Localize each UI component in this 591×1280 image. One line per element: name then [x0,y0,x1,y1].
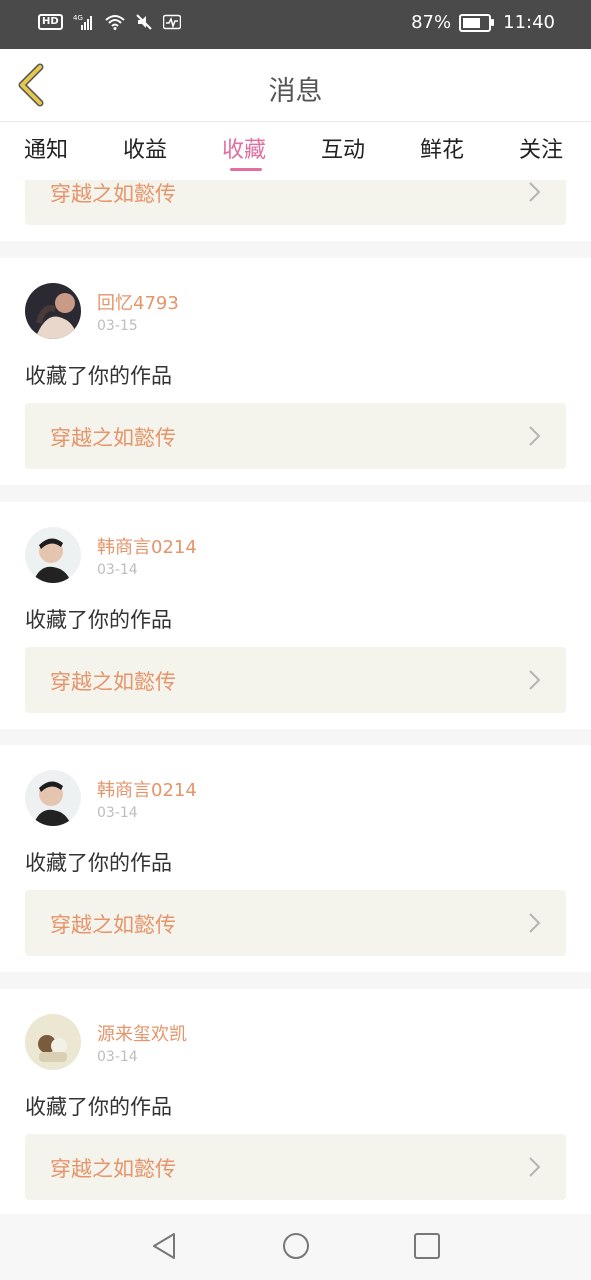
mute-icon [135,14,152,30]
avatar[interactable] [25,1014,81,1070]
work-link[interactable]: 穿越之如懿传 [25,890,566,956]
username[interactable]: 回忆4793 [97,289,179,315]
timestamp: 03-14 [97,1049,138,1065]
tab-bar: 通知 收益 收藏 互动 鲜花 关注 [0,122,591,180]
action-text: 收藏了你的作品 [25,608,172,632]
battery-icon [459,13,495,32]
hd-icon: HD [38,14,63,30]
list-item: 韩商言0214 03-14 收藏了你的作品 穿越之如懿传 [0,745,591,972]
status-icons-right: 87% 11:40 [411,12,555,33]
action-text: 收藏了你的作品 [25,851,172,875]
clock: 11:40 [503,12,555,33]
svg-text:4G: 4G [73,14,83,22]
timestamp: 03-15 [97,318,138,334]
work-title: 穿越之如懿传 [50,913,176,937]
status-bar: HD 4G 87% 11:40 [0,0,591,49]
tab-favorites[interactable]: 收藏 [222,132,266,164]
work-link[interactable]: 穿越之如懿传 [25,403,566,469]
avatar-image [25,1014,81,1070]
signal-icon: 4G [73,14,92,30]
system-nav-bar [0,1214,591,1280]
message-list[interactable]: 穿越之如懿传 回忆4793 03-15 收藏了你的作品 穿越之如懿传 韩商言02… [0,180,591,1214]
list-item: 源来玺欢凯 03-14 收藏了你的作品 穿越之如懿传 [0,989,591,1214]
list-item: 韩商言0214 03-14 收藏了你的作品 穿越之如懿传 [0,502,591,729]
chevron-right-icon [529,426,541,446]
tab-interactions[interactable]: 互动 [321,132,365,164]
work-title: 穿越之如懿传 [50,670,176,694]
tab-flowers[interactable]: 鲜花 [420,132,464,164]
avatar[interactable] [25,527,81,583]
username[interactable]: 源来玺欢凯 [97,1020,187,1046]
avatar[interactable] [25,770,81,826]
work-title: 穿越之如懿传 [50,426,176,450]
work-link[interactable]: 穿越之如懿传 [25,647,566,713]
avatar-image [25,527,81,583]
list-item: 回忆4793 03-15 收藏了你的作品 穿越之如懿传 [0,258,591,485]
status-icons-left: HD 4G [38,14,181,30]
chevron-right-icon [529,182,541,202]
chevron-right-icon [529,913,541,933]
wifi-icon [105,15,125,30]
back-triangle-icon[interactable] [150,1231,180,1261]
timestamp: 03-14 [97,562,138,578]
action-text: 收藏了你的作品 [25,1095,172,1119]
avatar-image [25,283,81,339]
work-link[interactable]: 穿越之如懿传 [25,1134,566,1200]
activity-icon [162,14,181,30]
active-tab-indicator [230,168,262,171]
list-item-partial: 穿越之如懿传 [0,180,591,241]
recents-square-icon[interactable] [412,1231,442,1261]
tab-following[interactable]: 关注 [519,132,563,164]
username[interactable]: 韩商言0214 [97,533,197,559]
home-circle-icon[interactable] [281,1231,311,1261]
work-title: 穿越之如懿传 [50,1157,176,1181]
avatar[interactable] [25,283,81,339]
header-bar: 消息 [0,49,591,122]
battery-percent: 87% [411,12,452,33]
page-title: 消息 [268,76,323,107]
action-text: 收藏了你的作品 [25,364,172,388]
chevron-right-icon [529,1157,541,1177]
work-link[interactable]: 穿越之如懿传 [25,180,566,225]
username[interactable]: 韩商言0214 [97,776,197,802]
work-title: 穿越之如懿传 [50,182,176,206]
tab-earnings[interactable]: 收益 [123,132,167,164]
timestamp: 03-14 [97,805,138,821]
tab-notifications[interactable]: 通知 [24,132,68,164]
chevron-right-icon [529,670,541,690]
avatar-image [25,770,81,826]
